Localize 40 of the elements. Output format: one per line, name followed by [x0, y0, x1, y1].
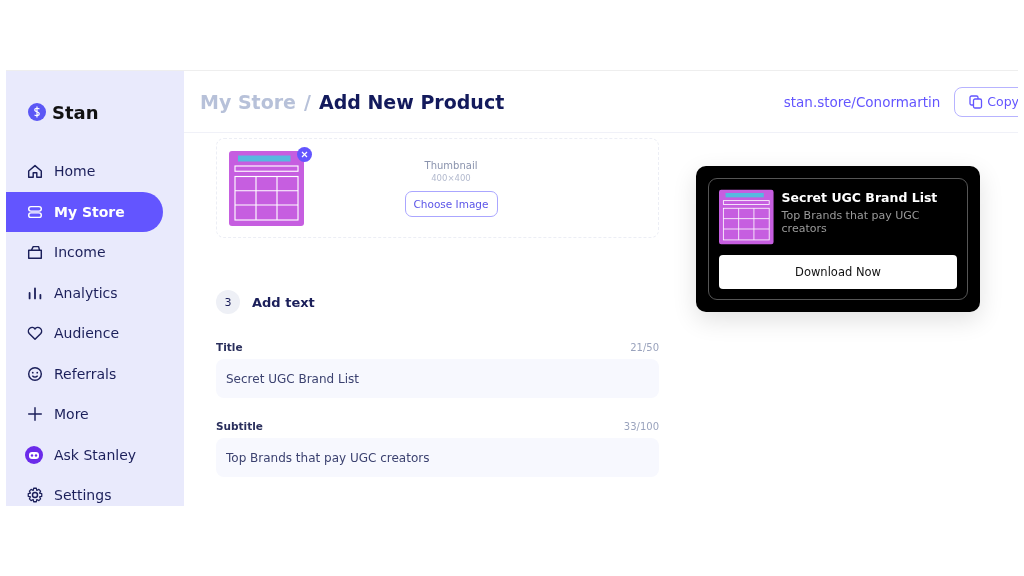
sidebar-item[interactable]: Analytics [6, 272, 163, 313]
thumbnail-label: Thumbnail [424, 159, 478, 171]
copy-icon [969, 94, 984, 109]
preview-title: Secret UGC Brand List [781, 190, 939, 205]
remove-image-button[interactable] [297, 146, 312, 162]
thumbnail-size: 400×400 [431, 172, 471, 183]
smiley-icon [26, 364, 44, 383]
brand-name: Stan [52, 101, 99, 123]
bag-icon [26, 243, 44, 261]
sidebar-item[interactable]: Income [6, 232, 163, 272]
heart-icon [26, 324, 44, 342]
close-icon [301, 150, 308, 158]
dollar-logo-icon [28, 103, 46, 121]
sidebar-item[interactable]: More [6, 394, 163, 434]
text-field[interactable]: Secret UGC Brand List [216, 359, 659, 398]
settings-icon [26, 486, 44, 504]
field-label: Title [216, 341, 243, 353]
home-icon [26, 162, 44, 180]
choose-image-button[interactable]: Choose Image [404, 190, 498, 217]
sidebar-item[interactable]: Settings [6, 475, 163, 506]
page-title: Add New Product [318, 90, 505, 113]
copy-button[interactable]: Copy [954, 86, 1018, 117]
step-number: 3 [216, 290, 240, 314]
sidebar-item[interactable]: Home [6, 151, 163, 191]
character-count: 21/50 [630, 342, 659, 353]
plus-icon [26, 405, 44, 423]
sidebar-item[interactable]: Referrals [6, 353, 163, 394]
text-field[interactable]: Top Brands that pay UGC creators [216, 438, 659, 477]
section-title: Add text [252, 294, 315, 310]
robot-icon [24, 444, 44, 465]
sidebar-item[interactable]: Audience [6, 313, 163, 353]
character-count: 33/100 [623, 421, 659, 432]
breadcrumb-separator: / [304, 90, 311, 113]
download-button[interactable]: Download Now [719, 255, 957, 289]
preview-subtitle: Top Brands that pay UGC creators [781, 209, 921, 236]
field-label: Subtitle [216, 420, 263, 432]
sidebar-item[interactable]: Ask Stanley [6, 434, 163, 475]
sidebar-item[interactable]: My Store [6, 191, 163, 232]
store-link[interactable]: stan.store/Conormartin [783, 93, 941, 110]
product-image [719, 188, 774, 246]
